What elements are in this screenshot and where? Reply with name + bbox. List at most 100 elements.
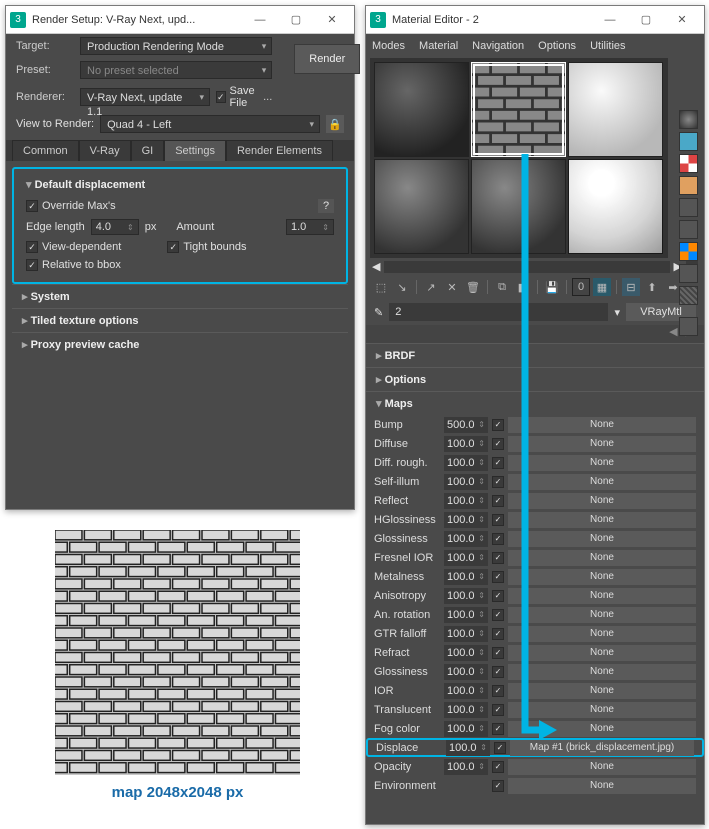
reset-icon[interactable]: ✕ — [443, 278, 461, 296]
options-icon[interactable] — [679, 242, 698, 261]
map-slot-button[interactable]: None — [508, 417, 696, 433]
map-enable-checkbox[interactable]: ✓ — [494, 742, 506, 754]
menu-utilities[interactable]: Utilities — [590, 40, 625, 52]
map-slot-button[interactable]: None — [508, 436, 696, 452]
material-slot[interactable] — [568, 62, 663, 157]
sample-type-icon[interactable] — [679, 110, 698, 129]
material-name-input[interactable]: 2 — [389, 303, 608, 321]
map-slot-button[interactable]: None — [508, 512, 696, 528]
pick-icon[interactable]: ✎ — [374, 306, 383, 319]
map-amount-input[interactable]: 100.0 — [444, 588, 488, 604]
menu-navigation[interactable]: Navigation — [472, 40, 524, 52]
map-amount-input[interactable]: 100.0 — [444, 721, 488, 737]
map-amount-input[interactable]: 100.0 — [444, 474, 488, 490]
map-enable-checkbox[interactable]: ✓ — [492, 647, 504, 659]
close-button[interactable]: ✕ — [664, 8, 700, 32]
assign-icon[interactable]: ↗ — [422, 278, 440, 296]
renderer-dropdown[interactable]: V-Ray Next, update 1.1 — [80, 88, 210, 106]
override-checkbox[interactable]: ✓Override Max's — [26, 200, 116, 212]
get-material-icon[interactable]: ⬚ — [372, 278, 390, 296]
show-end-icon[interactable]: ⊟ — [622, 278, 640, 296]
tiled-panel[interactable]: Tiled texture options — [12, 309, 348, 332]
options-panel[interactable]: Options — [366, 368, 704, 391]
map-slot-button[interactable]: None — [508, 721, 696, 737]
map-enable-checkbox[interactable]: ✓ — [492, 704, 504, 716]
map-slot-button[interactable]: None — [508, 569, 696, 585]
map-amount-input[interactable]: 100.0 — [444, 531, 488, 547]
dropdown-icon[interactable]: ▾ — [614, 306, 620, 319]
map-slot-button[interactable]: None — [508, 607, 696, 623]
go-parent-icon[interactable]: ⬆ — [643, 278, 661, 296]
map-amount-input[interactable]: 100.0 — [444, 550, 488, 566]
preset-dropdown[interactable]: No preset selected — [80, 61, 272, 79]
material-slot[interactable] — [374, 159, 469, 254]
backlight-icon[interactable] — [679, 132, 698, 151]
tab-render-elements[interactable]: Render Elements — [226, 140, 333, 161]
view-dependent-checkbox[interactable]: ✓View-dependent — [26, 241, 121, 253]
map-amount-input[interactable]: 100.0 — [444, 493, 488, 509]
map-amount-input[interactable]: 100.0 — [444, 645, 488, 661]
map-amount-input[interactable]: 100.0 — [444, 455, 488, 471]
titlebar[interactable]: 3 Material Editor - 2 — ▢ ✕ — [366, 6, 704, 34]
maximize-button[interactable]: ▢ — [278, 8, 314, 32]
map-amount-input[interactable]: 100.0 — [444, 569, 488, 585]
map-slot-button[interactable]: None — [508, 531, 696, 547]
map-amount-input[interactable]: 100.0 — [444, 607, 488, 623]
map-enable-checkbox[interactable]: ✓ — [492, 438, 504, 450]
maps-panel[interactable]: Maps — [366, 392, 704, 415]
map-enable-checkbox[interactable]: ✓ — [492, 761, 504, 773]
displacement-header[interactable]: Default displacement — [16, 173, 344, 196]
map-slot-button[interactable]: None — [508, 778, 696, 794]
map-slot-button[interactable]: None — [508, 664, 696, 680]
maximize-button[interactable]: ▢ — [628, 8, 664, 32]
map-slot-button[interactable]: None — [508, 588, 696, 604]
tight-bounds-checkbox[interactable]: ✓Tight bounds — [167, 241, 246, 253]
map-slot-button[interactable]: None — [508, 550, 696, 566]
map-slot-button[interactable]: None — [508, 683, 696, 699]
tab-common[interactable]: Common — [12, 140, 79, 161]
material-slot[interactable] — [471, 159, 566, 254]
background-icon[interactable] — [679, 154, 698, 173]
titlebar[interactable]: 3 Render Setup: V-Ray Next, upd... — ▢ ✕ — [6, 6, 354, 34]
map-amount-input[interactable]: 100.0 — [444, 512, 488, 528]
map-amount-input[interactable]: 500.0 — [444, 417, 488, 433]
relative-checkbox[interactable]: ✓Relative to bbox — [26, 259, 121, 271]
hscroll[interactable] — [384, 261, 669, 273]
map-enable-checkbox[interactable]: ✓ — [492, 780, 504, 792]
map-enable-checkbox[interactable]: ✓ — [492, 552, 504, 564]
map-slot-button[interactable]: None — [508, 759, 696, 775]
map-slot-button[interactable]: None — [508, 455, 696, 471]
map-enable-checkbox[interactable]: ✓ — [492, 514, 504, 526]
brdf-panel[interactable]: BRDF — [366, 344, 704, 367]
map-amount-input[interactable]: 100.0 — [444, 702, 488, 718]
make-unique-icon[interactable]: ◧ — [514, 278, 532, 296]
tab-settings[interactable]: Settings — [164, 140, 226, 161]
material-slot[interactable] — [568, 159, 663, 254]
map-slot-button[interactable]: None — [508, 702, 696, 718]
map-amount-input[interactable]: 100.0 — [444, 759, 488, 775]
map-enable-checkbox[interactable]: ✓ — [492, 685, 504, 697]
put-library-icon[interactable]: 💾 — [543, 278, 561, 296]
minimize-button[interactable]: — — [592, 8, 628, 32]
material-slot[interactable] — [374, 62, 469, 157]
close-button[interactable]: ✕ — [314, 8, 350, 32]
map-amount-input[interactable]: 100.0 — [444, 683, 488, 699]
delete-icon[interactable]: 🗑 — [464, 278, 482, 296]
savefile-browse[interactable]: ... — [263, 91, 272, 103]
map-enable-checkbox[interactable]: ✓ — [492, 628, 504, 640]
map-amount-input[interactable]: 100.0 — [444, 664, 488, 680]
scroll-left-icon[interactable]: ◀ — [669, 325, 677, 343]
scroll-left-icon[interactable]: ◀ — [372, 260, 380, 273]
map-enable-checkbox[interactable]: ✓ — [492, 533, 504, 545]
system-panel[interactable]: System — [12, 285, 348, 308]
help-icon[interactable]: ? — [318, 199, 334, 213]
menu-modes[interactable]: Modes — [372, 40, 405, 52]
tab-vray[interactable]: V-Ray — [79, 140, 131, 161]
put-scene-icon[interactable]: ↘ — [393, 278, 411, 296]
select-by-mat-icon[interactable] — [679, 264, 698, 283]
map-slot-button[interactable]: None — [508, 645, 696, 661]
minimize-button[interactable]: — — [242, 8, 278, 32]
menu-material[interactable]: Material — [419, 40, 458, 52]
render-button[interactable]: Render — [294, 44, 360, 74]
map-amount-input[interactable]: 100.0 — [444, 436, 488, 452]
